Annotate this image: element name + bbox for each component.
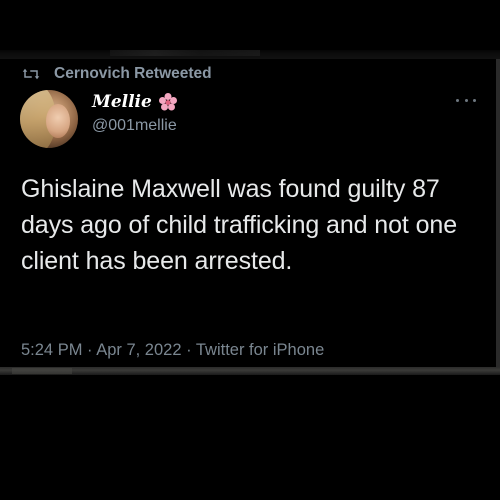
more-options-button[interactable] — [456, 93, 476, 107]
more-dot-icon — [464, 98, 468, 102]
cherry-blossom-icon — [158, 93, 177, 111]
tweet-text: Ghislaine Maxwell was found guilty 87 da… — [21, 175, 458, 275]
more-dot-icon — [473, 98, 476, 102]
display-name[interactable]: Mellie — [92, 92, 152, 112]
avatar[interactable] — [20, 90, 78, 148]
author-name-row[interactable]: Mellie — [92, 92, 178, 112]
author-handle[interactable]: @001mellie — [92, 117, 177, 135]
more-dot-icon — [456, 98, 459, 102]
card-right-edge — [496, 59, 500, 367]
bottom-edge-strip — [0, 367, 500, 375]
top-edge-strip — [0, 50, 500, 59]
retweet-label[interactable]: Cernovich Retweeted — [54, 65, 212, 83]
retweet-indicator: Cernovich Retweeted — [22, 64, 212, 84]
tweet-timestamp[interactable]: 5:24 PM · Apr 7, 2022 · Twitter for iPho… — [21, 341, 324, 360]
retweet-icon — [22, 68, 40, 80]
tweet-card[interactable]: Cernovich Retweeted Mellie @001mellie Gh… — [0, 59, 496, 367]
